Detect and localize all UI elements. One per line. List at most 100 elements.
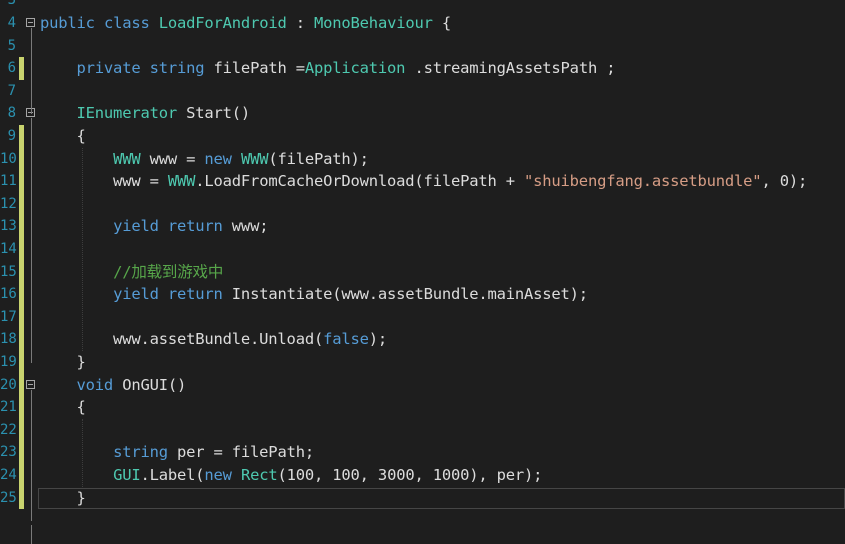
code-line[interactable]: 22 [0, 418, 845, 442]
code-token: public [40, 14, 95, 32]
code-text: WWW www = new WWW(filePath); [40, 148, 369, 171]
code-token: per = filePath; [167, 443, 314, 462]
code-text: yield return Instantiate(www.assetBundle… [40, 283, 588, 306]
code-token: { [40, 398, 86, 417]
code-token: "shuibengfang.assetbundle" [524, 172, 762, 191]
outline-line [31, 118, 32, 363]
code-line[interactable]: 19 } [0, 351, 845, 374]
code-token: //加载到游戏中 [113, 262, 224, 281]
code-line[interactable]: 12 [0, 192, 845, 216]
change-marker [19, 260, 24, 284]
code-token: private [76, 59, 141, 78]
code-token: (filePath); [268, 149, 369, 168]
code-text: yield return www; [40, 215, 268, 238]
code-token: return [167, 217, 223, 236]
outline-line [31, 525, 32, 544]
change-marker [19, 305, 24, 329]
code-text: private string filePath =Application .st… [40, 57, 616, 80]
code-token: } [40, 353, 86, 371]
line-number: 25 [0, 489, 17, 506]
change-marker [19, 192, 24, 216]
change-marker [19, 238, 24, 261]
code-token: GUI [113, 466, 141, 484]
line-number: 9 [7, 128, 16, 144]
code-text: { [40, 396, 86, 419]
code-token: yield [113, 285, 159, 304]
code-line[interactable]: 16 yield return Instantiate(www.assetBun… [0, 283, 845, 306]
change-marker [19, 418, 24, 442]
code-editor[interactable]: 3 4 public class LoadForAndroid : MonoBeha… [0, 0, 845, 544]
code-token: .LoadFromCacheOrDownload(filePath + [195, 172, 525, 191]
code-token: , 0); [761, 172, 808, 191]
line-number: 4 [7, 15, 16, 31]
code-line[interactable]: 17 [0, 305, 845, 329]
line-number: 24 [0, 467, 17, 483]
code-token: MonoBehaviour [314, 14, 433, 32]
change-marker [19, 170, 24, 193]
change-marker [19, 396, 24, 419]
line-number: 17 [0, 308, 17, 325]
code-token: www; [222, 217, 269, 236]
code-text: //加载到游戏中 [40, 261, 223, 284]
code-line[interactable]: 11 www = WWW.LoadFromCacheOrDownload(fil… [0, 170, 845, 193]
change-marker [19, 373, 24, 397]
change-marker [19, 351, 24, 374]
code-token: (100, 100, 3000, 1000), per); [277, 466, 543, 484]
code-line[interactable]: 14 [0, 238, 845, 261]
code-token: WWW [167, 172, 196, 191]
code-line[interactable]: 20 void OnGUI() [0, 373, 845, 397]
outline-line [31, 389, 32, 522]
code-text: } [40, 351, 86, 374]
outline-line [31, 28, 32, 115]
code-text: IEnumerator Start() [40, 102, 251, 125]
code-line[interactable]: 7 [0, 80, 845, 103]
code-line[interactable]: 3 [0, 0, 845, 12]
code-line[interactable]: 10 WWW www = new WWW(filePath); [0, 147, 845, 171]
change-marker [19, 215, 24, 238]
code-token: www = [140, 149, 205, 168]
code-token: void [76, 375, 114, 394]
line-number: 8 [7, 105, 16, 122]
code-line[interactable]: 4 public class LoadForAndroid : MonoBehav… [0, 12, 845, 35]
code-token: filePath = [204, 59, 306, 78]
code-line[interactable]: 25 } [0, 486, 845, 510]
code-text: public class LoadForAndroid : MonoBehavi… [40, 12, 451, 35]
code-line[interactable]: 6 private string filePath =Application .… [0, 57, 845, 80]
code-token: Instantiate(www.assetBundle.mainAsset); [222, 285, 588, 304]
line-number: 11 [0, 173, 17, 190]
code-token: ); [368, 330, 388, 349]
code-text: GUI.Label(new Rect(100, 100, 3000, 1000)… [40, 464, 542, 487]
code-line[interactable]: 15 //加载到游戏中 [0, 260, 845, 284]
code-token: { [40, 127, 86, 145]
code-token: : [286, 14, 315, 32]
change-marker [19, 441, 24, 464]
code-text: void OnGUI() [40, 374, 187, 397]
line-number: 23 [0, 444, 17, 461]
code-token: new [204, 466, 232, 484]
code-line[interactable]: 5 [0, 35, 845, 58]
change-marker [19, 328, 24, 351]
code-token: return [167, 285, 223, 304]
line-number: 21 [0, 399, 17, 416]
code-token: string [149, 59, 205, 78]
code-token: Start() [176, 104, 251, 123]
code-line[interactable]: 9 { [0, 125, 845, 148]
code-line[interactable]: 13 yield return www; [0, 215, 845, 238]
code-line[interactable]: 21 { [0, 396, 845, 419]
collapse-icon[interactable] [26, 379, 35, 389]
line-number: 18 [0, 331, 17, 348]
code-line[interactable]: 24 GUI.Label(new Rect(100, 100, 3000, 10… [0, 464, 845, 487]
collapse-icon[interactable] [26, 18, 35, 27]
code-line[interactable]: 23 string per = filePath; [0, 441, 845, 464]
change-marker [19, 283, 24, 306]
code-line[interactable]: 8 IEnumerator Start() [0, 102, 845, 125]
code-line[interactable]: 18 www.assetBundle.Unload(false); [0, 328, 845, 351]
